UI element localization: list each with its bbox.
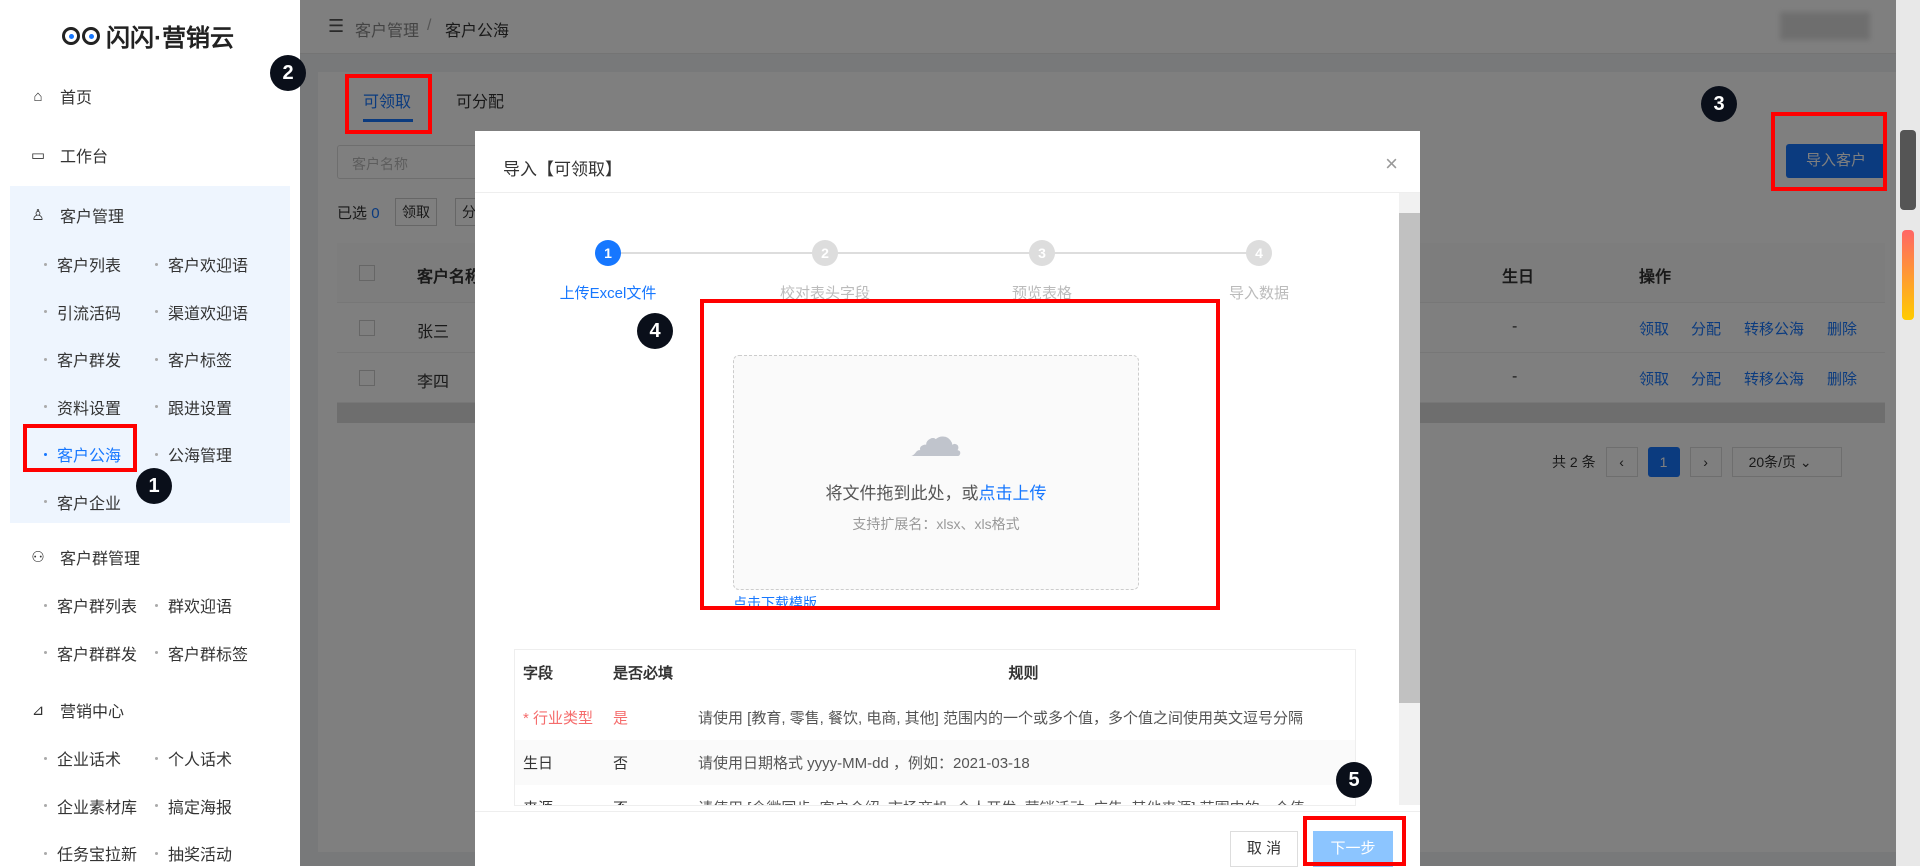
step-number: 3: [1029, 240, 1055, 266]
sidebar-item-customer[interactable]: 客户列表: [44, 252, 121, 276]
close-icon[interactable]: ×: [1385, 151, 1398, 177]
nav-group-mgmt[interactable]: ⚇ 客户群管理: [30, 545, 140, 569]
modal-scrollbar[interactable]: [1399, 193, 1420, 805]
sidebar-item-customer[interactable]: 客户企业: [44, 490, 121, 514]
chart-icon: ⊿: [31, 702, 45, 719]
modal-title: 导入【可领取】: [503, 160, 622, 179]
annotation-badge-3: 3: [1701, 86, 1737, 122]
rule-row: 来源否请使用 [企微同步, 客户介绍, 市场商机, 个人开发, 营销活动, 广告…: [515, 785, 1355, 805]
nav-marketing[interactable]: ⊿ 营销中心: [30, 698, 124, 722]
sidebar-item-customer[interactable]: 资料设置: [44, 395, 121, 419]
annotation-box-1: [23, 424, 137, 472]
rule-row: * 行业类型是请使用 [教育, 零售, 餐饮, 电商, 其他] 范围内的一个或多…: [523, 710, 1304, 727]
user-icon: ♙: [31, 207, 45, 224]
cancel-button[interactable]: 取 消: [1230, 831, 1298, 867]
sidebar-item-customer[interactable]: 客户标签: [155, 347, 232, 371]
sidebar-item-marketing[interactable]: 任务宝拉新: [44, 841, 137, 865]
nav-workbench[interactable]: ▭ 工作台: [30, 143, 108, 167]
sidebar-item-group[interactable]: 客户群列表: [44, 593, 137, 617]
sidebar-item-marketing[interactable]: 企业素材库: [44, 794, 137, 818]
sidebar-item-marketing[interactable]: 搞定海报: [155, 794, 232, 818]
annotation-badge-5: 5: [1336, 762, 1372, 798]
sidebar-item-customer[interactable]: 客户群发: [44, 347, 121, 371]
sidebar-item-group[interactable]: 客户群标签: [155, 641, 248, 665]
step-number: 2: [812, 240, 838, 266]
annotation-box-2: [345, 74, 432, 134]
sidebar-item-customer[interactable]: 引流活码: [44, 300, 121, 324]
step-label: 上传Excel文件: [559, 285, 657, 302]
sidebar-item-customer[interactable]: 跟进设置: [155, 395, 232, 419]
owl-logo-icon: [62, 26, 100, 45]
annotation-badge-4: 4: [637, 313, 673, 349]
nav-home[interactable]: ⌂ 首页: [30, 84, 92, 108]
logo: 闪闪·营销云: [62, 18, 234, 53]
annotation-box-5: [1303, 816, 1406, 866]
monitor-icon: ▭: [30, 147, 46, 164]
page-scrollbar[interactable]: [1896, 0, 1920, 866]
step-number: 4: [1246, 240, 1272, 266]
annotation-box-4: [700, 299, 1220, 610]
group-icon: ⚇: [31, 549, 45, 566]
sidebar-item-marketing[interactable]: 个人话术: [155, 746, 232, 770]
sidebar-item-group[interactable]: 群欢迎语: [155, 593, 232, 617]
annotation-badge-1: 1: [136, 468, 172, 504]
sidebar-item-customer[interactable]: 客户欢迎语: [155, 252, 248, 276]
sidebar-item-customer[interactable]: 公海管理: [155, 442, 232, 466]
step-number: 1: [595, 240, 621, 266]
sidebar-item-group[interactable]: 客户群群发: [44, 641, 137, 665]
sidebar-item-customer[interactable]: 渠道欢迎语: [155, 300, 248, 324]
annotation-badge-2: 2: [270, 55, 306, 91]
sidebar-item-marketing[interactable]: 企业话术: [44, 746, 121, 770]
nav-customer-mgmt[interactable]: ♙ 客户管理: [30, 203, 124, 227]
home-icon: ⌂: [33, 87, 43, 105]
annotation-box-3: [1771, 112, 1887, 191]
rule-row: 生日否请使用日期格式 yyyy-MM-dd ，例如：2021-03-18: [515, 740, 1355, 785]
sidebar-item-marketing[interactable]: 抽奖活动: [155, 841, 232, 865]
rules-table: 字段 是否必填 规则 * 行业类型是请使用 [教育, 零售, 餐饮, 电商, 其他] …: [514, 649, 1356, 806]
